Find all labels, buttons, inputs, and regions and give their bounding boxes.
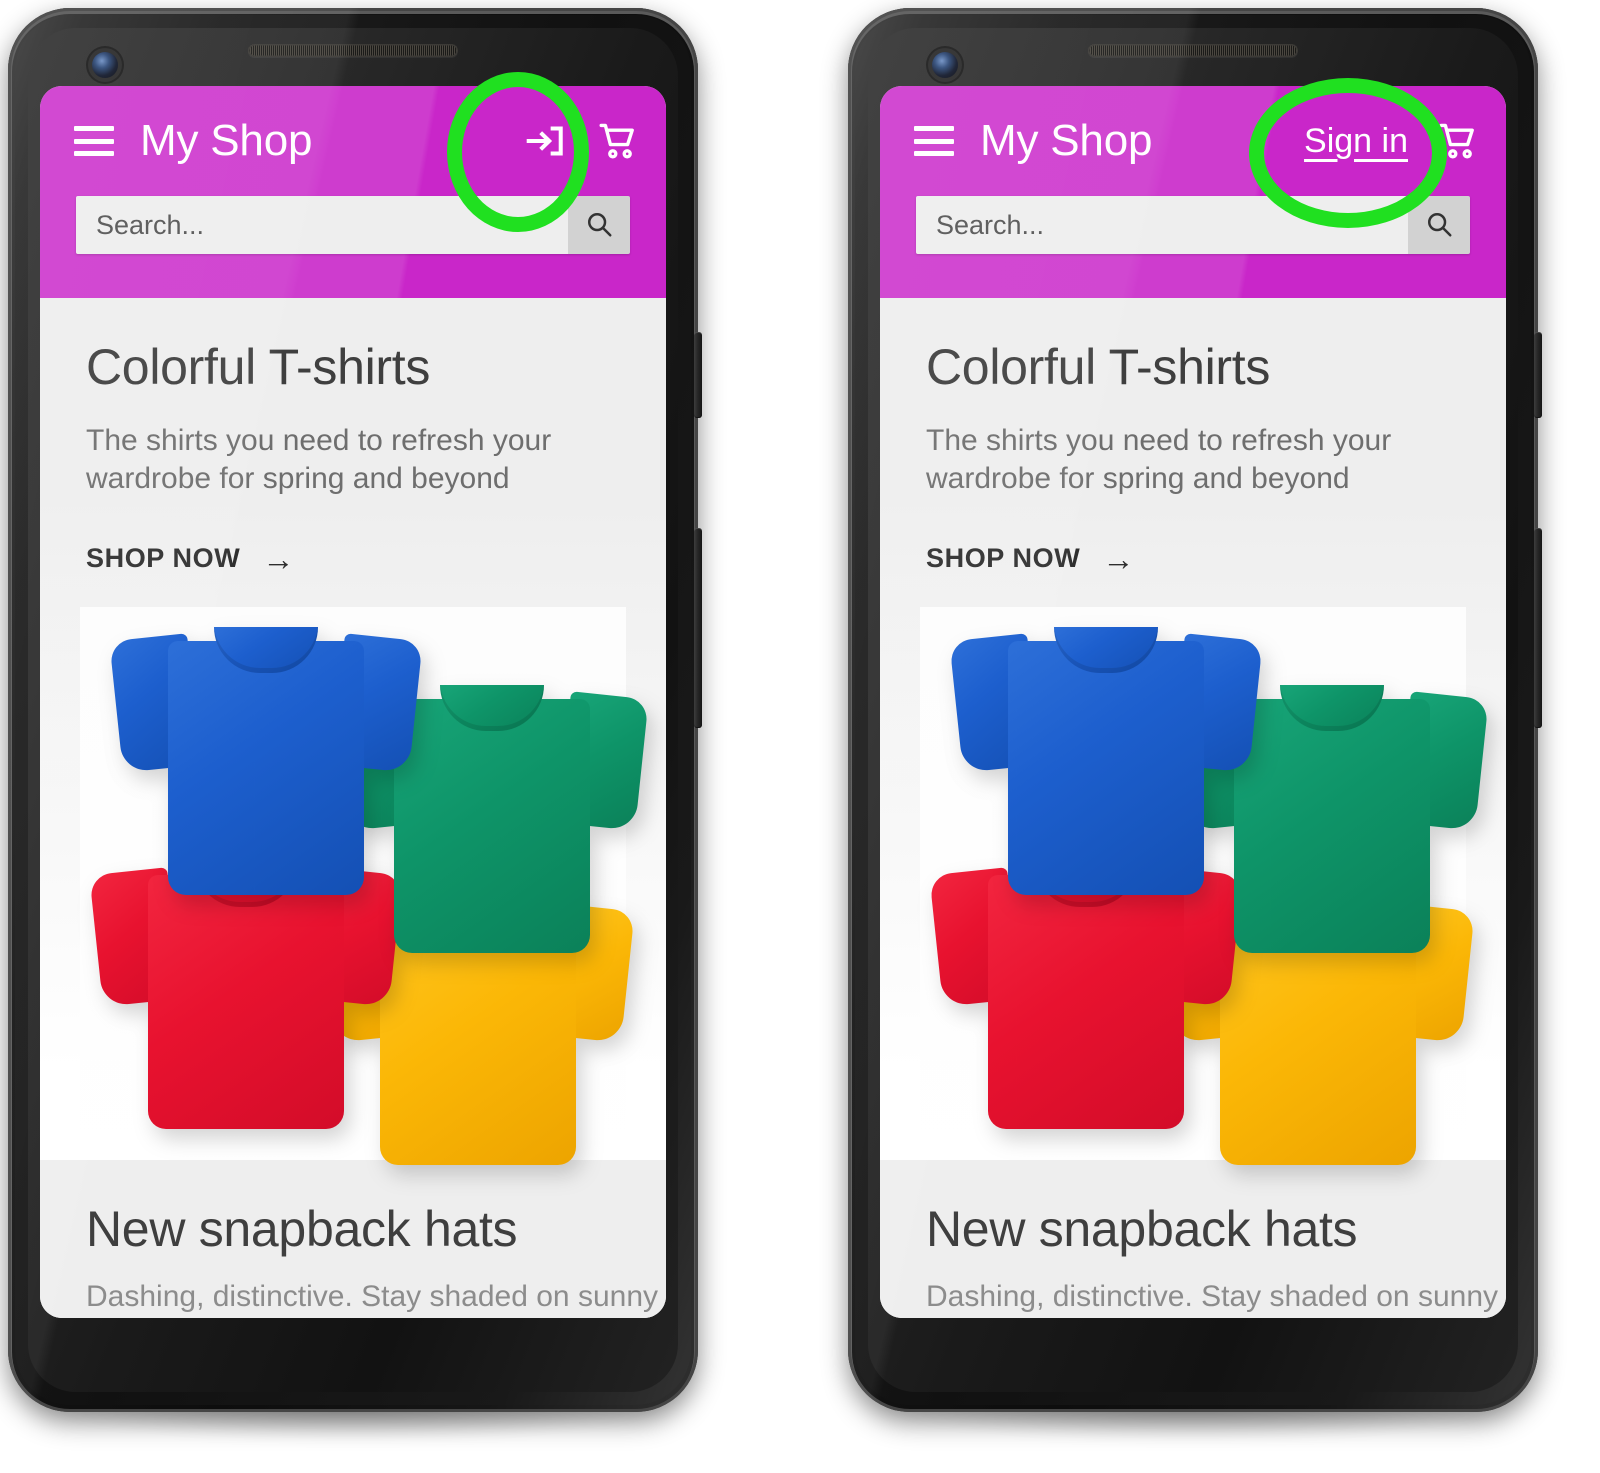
hero-title: Colorful T-shirts — [926, 339, 1271, 395]
phone-body-right: My Shop Sign in Search... Colorful T-shi… — [848, 8, 1542, 1412]
shirt-body — [988, 874, 1184, 1129]
app-bar-row-right: My Shop Sign in — [880, 86, 1506, 196]
phone-screen-right: My Shop Sign in Search... Colorful T-shi… — [880, 86, 1506, 1318]
tshirts-image — [920, 606, 1489, 1207]
shop-now-button[interactable]: SHOP NOW → — [86, 543, 295, 575]
next-section-title: New snapback hats — [926, 1201, 1358, 1257]
shirt-body — [168, 640, 364, 895]
next-section-card[interactable]: New snapback hats Dashing, distinctive. … — [40, 1160, 666, 1318]
next-section-card[interactable]: New snapback hats Dashing, distinctive. … — [880, 1160, 1506, 1318]
search-icon — [1424, 209, 1454, 242]
shop-now-label: SHOP NOW — [926, 543, 1081, 574]
login-arrow-icon[interactable] — [522, 118, 568, 164]
front-camera-icon — [92, 52, 118, 78]
hero-card: Colorful T-shirts The shirts you need to… — [40, 298, 666, 1207]
volume-rocker-button[interactable] — [1534, 528, 1542, 728]
next-section-title: New snapback hats — [86, 1201, 518, 1257]
shirt-body — [1008, 640, 1204, 895]
hamburger-menu-icon[interactable] — [914, 126, 954, 156]
search-button[interactable] — [1408, 196, 1470, 254]
tshirt-blue — [109, 615, 423, 895]
hero-card: Colorful T-shirts The shirts you need to… — [880, 298, 1506, 1207]
page-content-left: Colorful T-shirts The shirts you need to… — [40, 298, 666, 1318]
search-bar-right — [916, 196, 1470, 254]
hero-subtitle: The shirts you need to refresh your ward… — [926, 424, 1392, 496]
hamburger-bar — [914, 151, 954, 156]
app-bar-left: My Shop — [40, 86, 666, 298]
next-section-subtitle: Dashing, distinctive. Stay shaded on sun… — [926, 1280, 1499, 1313]
hero-title: Colorful T-shirts — [86, 339, 431, 395]
page-title: My Shop — [140, 116, 313, 165]
hamburger-menu-icon[interactable] — [74, 126, 114, 156]
app-bar-actions-left — [522, 117, 642, 165]
search-bar-left — [76, 196, 630, 254]
next-section-subtitle: Dashing, distinctive. Stay shaded on sun… — [86, 1280, 659, 1313]
arrow-right-icon: → — [1102, 540, 1135, 577]
hamburger-bar — [74, 138, 114, 144]
hamburger-bar — [74, 126, 114, 131]
power-button[interactable] — [1534, 332, 1542, 418]
page-title: My Shop — [980, 116, 1153, 165]
phone-screen-left: My Shop Search... Colorful T-shirts The … — [40, 86, 666, 1318]
volume-rocker-button[interactable] — [694, 528, 702, 728]
search-button[interactable] — [568, 196, 630, 254]
phone-right: My Shop Sign in Search... Colorful T-shi… — [848, 8, 1542, 1448]
shirt-body — [394, 698, 590, 953]
arrow-right-icon: → — [262, 540, 295, 577]
shop-now-button[interactable]: SHOP NOW → — [926, 543, 1135, 575]
shop-now-label: SHOP NOW — [86, 543, 241, 574]
hero-subtitle: The shirts you need to refresh your ward… — [86, 424, 552, 496]
hamburger-bar — [74, 151, 114, 156]
search-input[interactable] — [76, 196, 568, 254]
power-button[interactable] — [694, 332, 702, 418]
phone-left: My Shop Search... Colorful T-shirts The … — [8, 8, 702, 1448]
shirt-body — [148, 874, 344, 1129]
app-bar-actions-right: Sign in — [1304, 117, 1482, 165]
earpiece-speaker-icon — [248, 44, 458, 57]
search-icon — [584, 209, 614, 242]
app-bar-right: My Shop Sign in — [880, 86, 1506, 298]
app-bar-row-left: My Shop — [40, 86, 666, 196]
shopping-cart-icon[interactable] — [1434, 117, 1482, 165]
shirt-body — [1234, 698, 1430, 953]
search-input[interactable] — [916, 196, 1408, 254]
comparison-screenshot: My Shop Search... Colorful T-shirts The … — [0, 0, 1600, 1473]
sign-in-link[interactable]: Sign in — [1304, 122, 1408, 161]
tshirts-image — [80, 606, 649, 1207]
front-camera-icon — [932, 52, 958, 78]
earpiece-speaker-icon — [1088, 44, 1298, 57]
phone-body-left: My Shop Search... Colorful T-shirts The … — [8, 8, 702, 1412]
shopping-cart-icon[interactable] — [594, 117, 642, 165]
tshirt-blue — [949, 615, 1263, 895]
page-content-right: Colorful T-shirts The shirts you need to… — [880, 298, 1506, 1318]
hamburger-bar — [914, 138, 954, 144]
hamburger-bar — [914, 126, 954, 131]
